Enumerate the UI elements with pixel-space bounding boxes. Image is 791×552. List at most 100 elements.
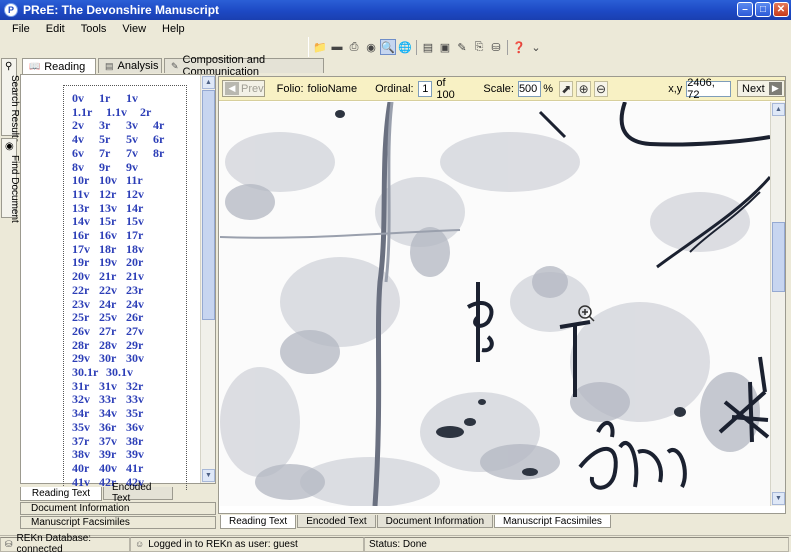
folio-link[interactable]: 28v <box>99 338 126 352</box>
folio-link[interactable]: 2v <box>72 118 99 132</box>
xy-coordinates-field[interactable]: 2406, 72 <box>686 77 732 101</box>
folio-link[interactable]: 37v <box>99 434 126 448</box>
folio-link[interactable]: 16r <box>72 228 99 242</box>
folio-link[interactable]: 19r <box>72 255 99 269</box>
folio-link[interactable]: 1.1v <box>106 105 140 119</box>
folio-link[interactable]: 40r <box>72 461 99 475</box>
folio-link[interactable]: 39r <box>99 447 126 461</box>
folio-link[interactable]: 8r <box>153 146 180 160</box>
subtab-encoded-text[interactable]: Encoded Text <box>103 482 173 504</box>
manuscript-image[interactable] <box>220 102 770 506</box>
edit-icon[interactable]: ✎ <box>454 39 470 55</box>
folio-link[interactable]: 21v <box>126 269 153 283</box>
folio-link[interactable]: 27v <box>126 324 153 338</box>
folio-link[interactable]: 16v <box>99 228 126 242</box>
folio-link[interactable]: 1.1r <box>72 105 106 119</box>
tab-composition[interactable]: ✎ Composition and Communication <box>164 54 324 78</box>
viewer-scroll-down-icon[interactable]: ▼ <box>772 492 785 505</box>
zoom-icon[interactable]: 🔍 <box>380 39 396 55</box>
folio-link[interactable]: 14v <box>72 214 99 228</box>
folio-link[interactable]: 17r <box>126 228 153 242</box>
folio-link[interactable]: 25v <box>99 310 126 324</box>
folio-link[interactable]: 1r <box>99 91 126 105</box>
folio-link[interactable]: 24r <box>99 297 126 311</box>
folio-link[interactable]: 39v <box>126 447 153 461</box>
print-icon[interactable]: ⎙ <box>346 39 362 55</box>
tab-analysis[interactable]: ▤ Analysis <box>98 58 162 73</box>
find-document-tab[interactable]: ◉ Find Document <box>1 138 20 223</box>
viewer-scrollbar[interactable]: ▲ ▼ <box>770 102 785 506</box>
folio-link[interactable]: 19v <box>99 255 126 269</box>
folio-link[interactable]: 9v <box>126 160 153 174</box>
folio-link[interactable]: 12r <box>99 187 126 201</box>
folio-link[interactable]: 31v <box>99 379 126 393</box>
viewer-tab-document-information[interactable]: Document Information <box>376 515 494 528</box>
scroll-thumb[interactable] <box>202 90 215 320</box>
folio-link[interactable]: 36r <box>99 420 126 434</box>
close-button[interactable]: ✕ <box>773 2 789 17</box>
folio-link[interactable]: 38r <box>126 434 153 448</box>
folio-link[interactable]: 32v <box>72 392 99 406</box>
folio-link[interactable]: 14r <box>126 201 153 215</box>
folio-link[interactable]: 8v <box>72 160 99 174</box>
folio-link[interactable]: 18v <box>126 242 153 256</box>
folio-link[interactable]: 12v <box>126 187 153 201</box>
menu-tools[interactable]: Tools <box>81 23 107 35</box>
folio-link[interactable]: 28r <box>72 338 99 352</box>
folio-link[interactable]: 7v <box>126 146 153 160</box>
zoom-out-icon[interactable]: ⊖ <box>593 80 609 97</box>
folio-link[interactable]: 24v <box>126 297 153 311</box>
folio-link[interactable]: 6r <box>153 132 180 146</box>
folio-link[interactable]: 37r <box>72 434 99 448</box>
zoom-in-icon[interactable]: ⊕ <box>576 80 591 97</box>
folio-link[interactable]: 20v <box>72 269 99 283</box>
folio-link[interactable]: 29v <box>72 351 99 365</box>
menu-edit[interactable]: Edit <box>46 23 65 35</box>
folio-link[interactable]: 15v <box>126 214 153 228</box>
folio-link[interactable]: 9r <box>99 160 126 174</box>
folio-link[interactable]: 36v <box>126 420 153 434</box>
folio-link[interactable]: 10r <box>72 173 99 187</box>
stack-document-information[interactable]: Document Information <box>20 502 216 515</box>
globe-icon[interactable]: 🌐 <box>397 39 413 55</box>
folio-link[interactable]: 31r <box>72 379 99 393</box>
folio-link[interactable]: 30.1v <box>106 365 140 379</box>
folio-link[interactable]: 13r <box>72 201 99 215</box>
viewer-scroll-thumb[interactable] <box>772 222 785 292</box>
database-icon[interactable]: ⛁ <box>488 39 504 55</box>
stack-manuscript-facsimiles[interactable]: Manuscript Facsimiles <box>20 516 216 529</box>
page-view-icon[interactable]: ▤ <box>420 39 436 55</box>
folio-link[interactable]: 11r <box>126 173 153 187</box>
subtab-reading-text[interactable]: Reading Text <box>20 487 102 501</box>
folio-link[interactable]: 32r <box>126 379 153 393</box>
help-icon[interactable]: ❓ <box>511 39 527 55</box>
folio-link[interactable]: 35r <box>126 406 153 420</box>
menu-file[interactable]: File <box>12 23 30 35</box>
pointer-tool-icon[interactable]: ⬈ <box>559 80 574 97</box>
scroll-down-arrow-icon[interactable]: ▼ <box>202 469 215 482</box>
folio-link[interactable]: 34r <box>72 406 99 420</box>
folio-link[interactable]: 27r <box>99 324 126 338</box>
folio-link[interactable]: 26r <box>126 310 153 324</box>
folio-link[interactable]: 22r <box>72 283 99 297</box>
tab-reading[interactable]: 📖 Reading <box>22 58 96 74</box>
folio-link[interactable]: 25r <box>72 310 99 324</box>
folio-link[interactable]: 10v <box>99 173 126 187</box>
folio-link[interactable]: 40v <box>99 461 126 475</box>
scale-input[interactable]: 500 <box>517 80 542 97</box>
folio-link[interactable]: 23r <box>126 283 153 297</box>
folio-link[interactable]: 17v <box>72 242 99 256</box>
folio-link[interactable]: 5r <box>99 132 126 146</box>
title-bar[interactable]: P PReE: The Devonshire Manuscript – □ ✕ <box>0 0 791 20</box>
viewer-scroll-up-icon[interactable]: ▲ <box>772 103 785 116</box>
maximize-button[interactable]: □ <box>755 2 771 17</box>
folio-link[interactable]: 34v <box>99 406 126 420</box>
prev-button[interactable]: ◀ Prev <box>222 80 265 97</box>
folio-link[interactable]: 21r <box>99 269 126 283</box>
folio-link[interactable]: 3r <box>99 118 126 132</box>
toolbar-overflow-icon[interactable]: ⌄ <box>528 39 544 55</box>
ordinal-input[interactable]: 1 <box>417 80 433 97</box>
next-button[interactable]: Next ▶ <box>737 80 786 97</box>
folio-link[interactable]: 18r <box>99 242 126 256</box>
binoculars-icon[interactable]: ◉ <box>363 39 379 55</box>
